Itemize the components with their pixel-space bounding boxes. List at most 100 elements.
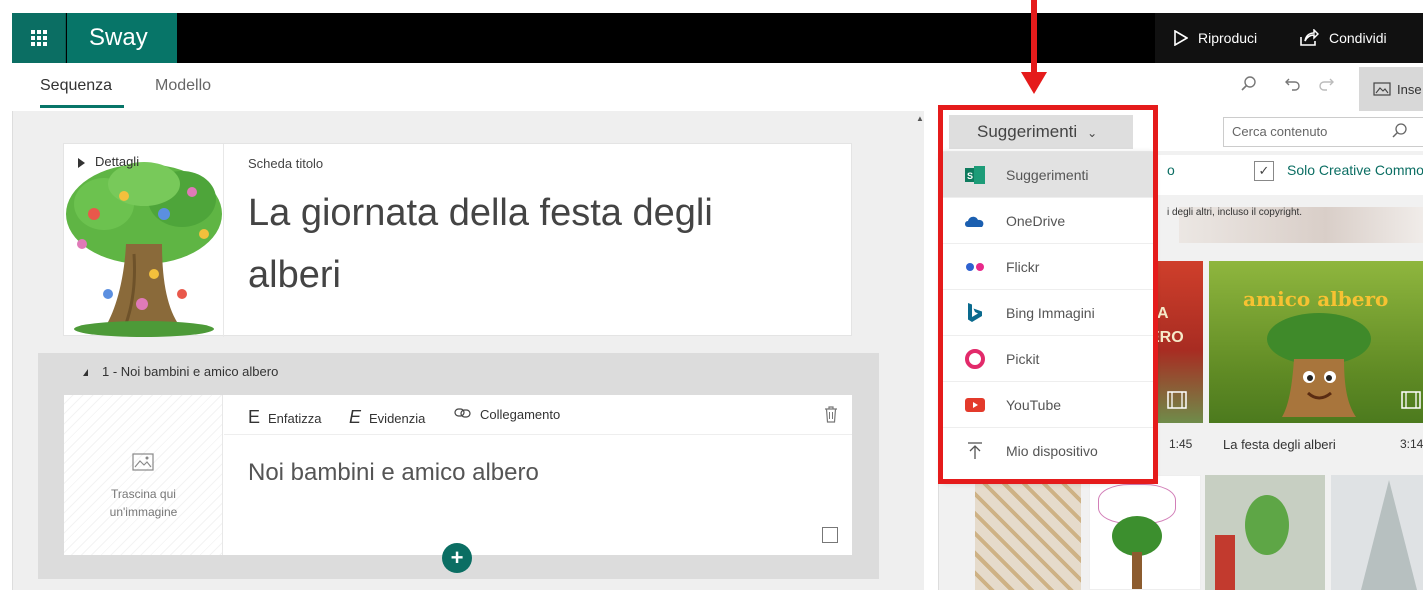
card-type-label: Scheda titolo [248, 156, 324, 171]
link-button[interactable]: Collegamento [454, 407, 560, 422]
app-name[interactable]: Sway [67, 13, 177, 63]
undo-icon[interactable] [1284, 75, 1302, 93]
redo-icon[interactable] [1317, 75, 1335, 93]
film-icon [1401, 391, 1421, 409]
image-drop-zone[interactable]: Trascina qui un'immagine [64, 395, 223, 555]
video-duration-1: 1:45 [1169, 437, 1193, 451]
title-card[interactable]: Dettagli Scheda titolo La giornata della… [63, 143, 852, 337]
menu-label-flickr: Flickr [1006, 258, 1040, 275]
image-thumbnail-3[interactable] [1205, 475, 1325, 590]
menu-item-flickr[interactable]: Flickr [942, 244, 1154, 290]
card-select-checkbox[interactable] [822, 527, 838, 543]
highlight-icon: E [349, 407, 362, 427]
book-text-ero: ERO [1149, 329, 1184, 346]
source-dropdown-label: Suggerimenti [977, 122, 1078, 141]
heading-text[interactable]: Noi bambini e amico albero [248, 459, 539, 487]
search-icon[interactable] [1240, 75, 1258, 93]
trash-icon[interactable] [824, 405, 838, 423]
tab-modello[interactable]: Modello [155, 77, 211, 95]
drop-hint-line-1: Trascina qui [111, 487, 176, 501]
view-tabs-bar: Sequenza Modello Inse [12, 63, 1423, 111]
share-label: Condividi [1329, 30, 1387, 46]
creative-commons-label[interactable]: Solo Creative Common [1287, 162, 1423, 178]
link-icon [454, 408, 471, 418]
sway-editor: Sway Riproduci Condividi Sequenza Modell… [0, 0, 1423, 590]
share-button[interactable]: Condividi [1299, 13, 1387, 63]
tab-sequenza[interactable]: Sequenza [40, 77, 112, 95]
highlight-button[interactable]: E Evidenzia [349, 407, 425, 428]
waffle-icon [30, 30, 47, 46]
menu-item-pickit[interactable]: Pickit [942, 336, 1154, 382]
highlight-label: Evidenzia [369, 411, 426, 426]
menu-item-suggerimenti[interactable]: S Suggerimenti [942, 152, 1154, 198]
book-text-a: A [1157, 305, 1169, 322]
format-toolbar: E Enfatizza E Evidenzia Collegamento [224, 395, 852, 435]
title-text[interactable]: La giornata della festa degli alberi [248, 182, 808, 306]
image-thumbnail-1[interactable] [975, 475, 1081, 590]
video-thumbnail-2[interactable]: amico albero [1209, 261, 1423, 423]
expand-triangle-icon [78, 157, 85, 168]
link-label: Collegamento [480, 407, 561, 422]
play-icon [1174, 30, 1188, 46]
menu-label-suggerimenti: Suggerimenti [1006, 166, 1089, 183]
image-thumbnail-2[interactable] [1089, 475, 1201, 590]
heading-card[interactable]: Trascina qui un'immagine E Enfatizza E Evid… [64, 395, 852, 555]
menu-item-onedrive[interactable]: OneDrive [942, 198, 1154, 244]
title-card-image[interactable]: Dettagli [64, 144, 224, 337]
source-menu: S Suggerimenti OneDrive Flickr Bing Imma… [942, 152, 1154, 480]
section-heading[interactable]: 1 - Noi bambini e amico albero [83, 364, 278, 379]
play-button[interactable]: Riproduci [1174, 13, 1257, 63]
emphasize-label: Enfatizza [268, 411, 322, 426]
chevron-down-icon: ⌄ [1087, 126, 1098, 140]
image-thumbnail-4[interactable] [1331, 475, 1423, 590]
image-placeholder-icon [132, 453, 154, 471]
top-bar: Sway Riproduci Condividi [12, 13, 1423, 63]
details-label: Dettagli [95, 154, 140, 169]
menu-item-youtube[interactable]: YouTube [942, 382, 1154, 428]
app-launcher-button[interactable] [12, 13, 66, 63]
drop-hint-line-2: un'immagine [109, 505, 178, 519]
menu-label-device: Mio dispositivo [1006, 443, 1098, 459]
emphasize-button[interactable]: E Enfatizza [248, 407, 322, 428]
collapse-triangle-icon [83, 369, 88, 377]
copyright-note: i degli altri, incluso il copyright. [1167, 207, 1303, 218]
pickit-icon [964, 348, 986, 369]
svg-text:S: S [967, 171, 973, 181]
menu-label-youtube: YouTube [1006, 396, 1062, 413]
source-dropdown[interactable]: Suggerimenti ⌄ [949, 115, 1133, 149]
book-title: amico albero [1243, 287, 1389, 311]
insert-panel-header: Suggerimenti ⌄ Cerca contenuto [939, 111, 1423, 151]
search-icon[interactable] [1391, 122, 1409, 140]
youtube-icon [964, 396, 986, 414]
scroll-up-arrow[interactable]: ▲ [916, 114, 924, 123]
video-duration-2: 3:14 [1400, 437, 1423, 451]
content-search-placeholder: Cerca contenuto [1232, 124, 1328, 139]
play-label: Riproduci [1198, 30, 1258, 46]
active-tab-indicator [40, 105, 124, 108]
insert-button[interactable]: Inse [1359, 67, 1423, 111]
details-toggle[interactable]: Dettagli [78, 154, 139, 169]
annotation-arrow-shaft [1031, 0, 1037, 76]
menu-label-onedrive: OneDrive [1006, 212, 1066, 229]
menu-label-pickit: Pickit [1006, 350, 1040, 367]
video-title-2: La festa degli alberi [1223, 437, 1336, 452]
tree-illustration [66, 162, 222, 337]
suggestions-icon: S [964, 165, 986, 184]
flickr-icon [964, 258, 986, 276]
creative-commons-checkbox[interactable]: ✓ [1254, 161, 1274, 181]
plus-icon: + [450, 545, 464, 570]
menu-item-device[interactable]: Mio dispositivo [942, 428, 1154, 474]
menu-item-bing[interactable]: Bing Immagini [942, 290, 1154, 336]
image-icon [1373, 82, 1391, 96]
section-heading-label: 1 - Noi bambini e amico albero [102, 364, 279, 379]
menu-label-bing: Bing Immagini [1006, 304, 1095, 321]
add-card-button[interactable]: + [442, 543, 472, 573]
tree-cartoon [1267, 313, 1371, 417]
annotation-arrow-head [1021, 72, 1047, 94]
insert-label: Inse [1397, 81, 1422, 97]
cc-fragment: o [1167, 162, 1175, 178]
upload-icon [964, 442, 986, 460]
emphasize-icon: E [248, 407, 261, 427]
content-search-input[interactable]: Cerca contenuto [1223, 117, 1423, 147]
film-icon [1167, 391, 1187, 409]
